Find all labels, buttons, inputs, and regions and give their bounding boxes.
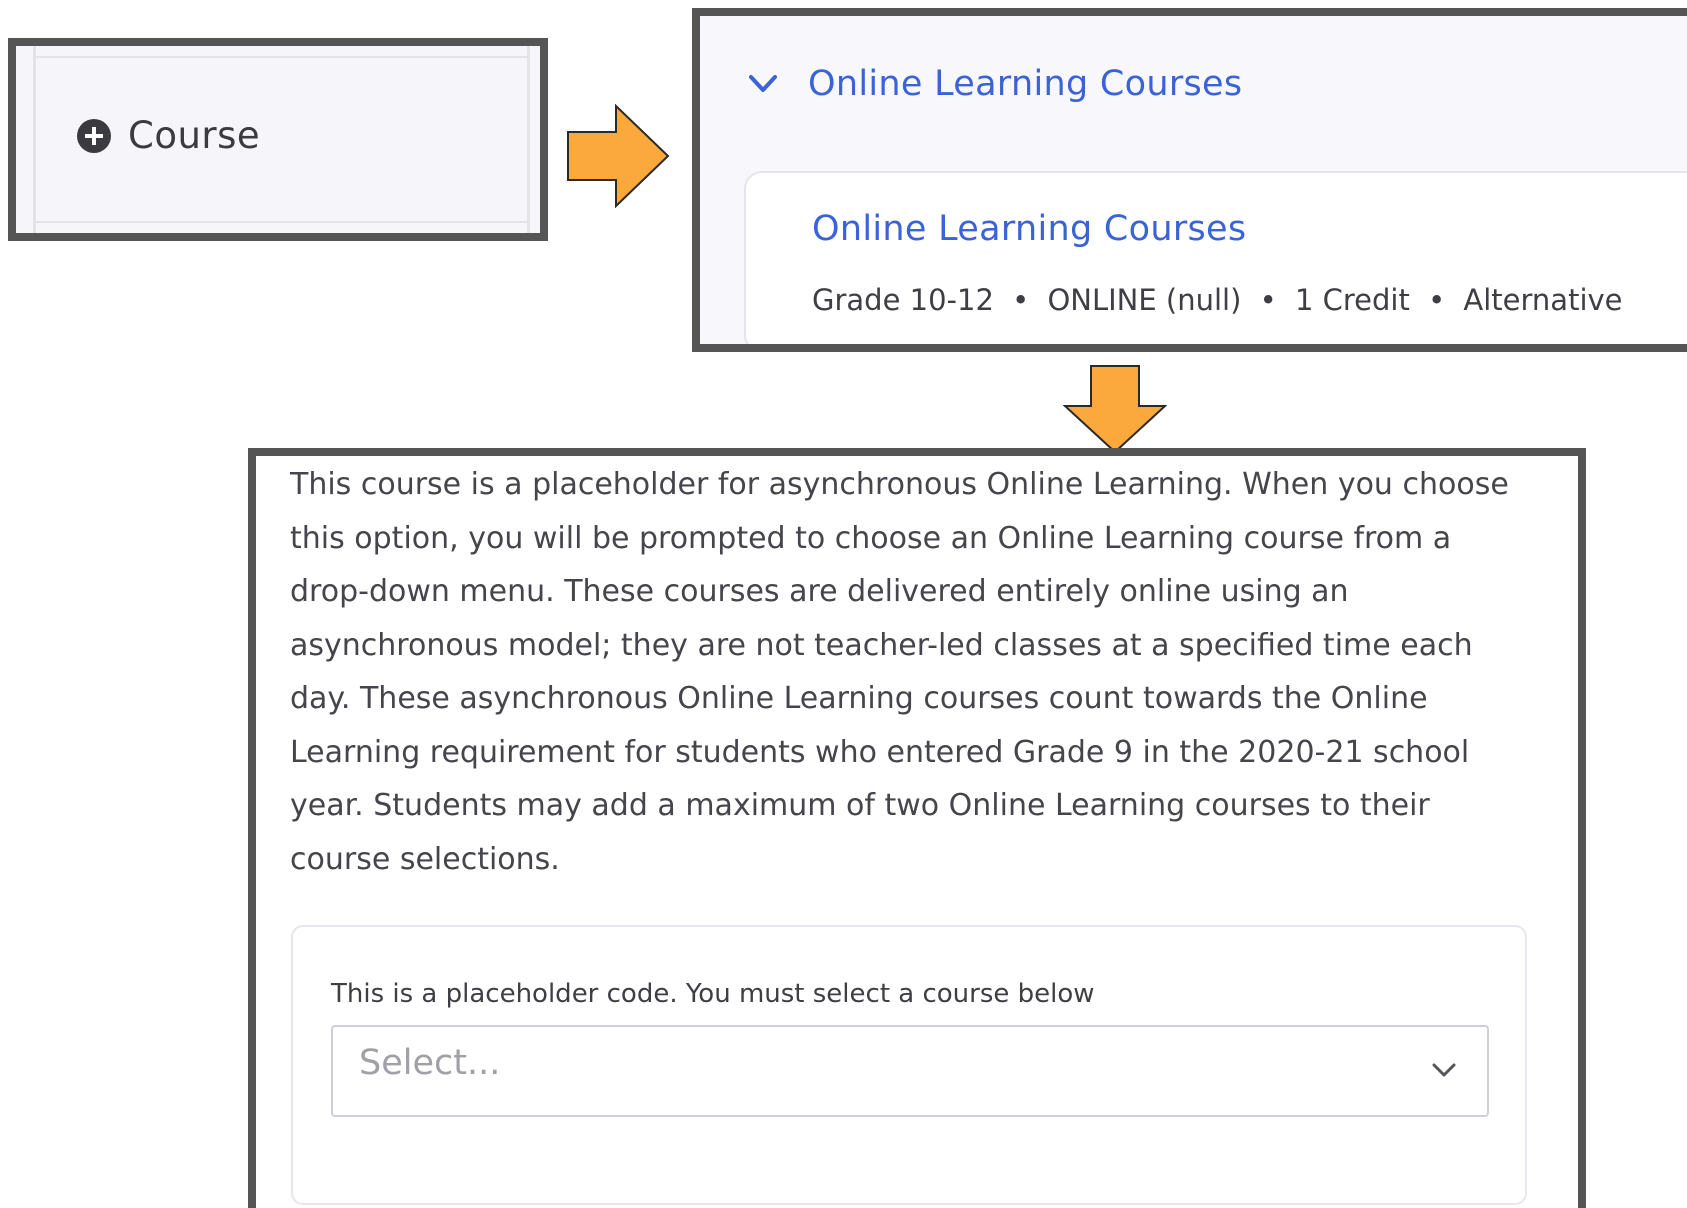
select-label: This is a placeholder code. You must sel… [331, 979, 1095, 1009]
meta-separator: • [1428, 283, 1446, 317]
course-credit: 1 Credit [1294, 283, 1410, 317]
online-learning-accordion: Online Learning Courses Online Learning … [692, 8, 1687, 352]
meta-separator: • [1259, 283, 1277, 317]
course-select-card: This is a placeholder code. You must sel… [291, 925, 1527, 1205]
plus-circle-icon [76, 118, 112, 154]
course-meta: Grade 10-12 • ONLINE (null) • 1 Credit •… [812, 283, 1623, 317]
course-detail-panel: This course is a placeholder for asynchr… [248, 448, 1586, 1208]
chevron-down-icon [748, 73, 778, 95]
chevron-down-icon [1431, 1061, 1457, 1079]
add-course-panel: Course [8, 38, 548, 241]
panel-divider [36, 56, 530, 58]
panel-divider [36, 221, 530, 223]
arrow-down-icon [1063, 365, 1167, 454]
panel-divider [33, 46, 36, 233]
course-title: Online Learning Courses [812, 209, 1247, 249]
add-course-button[interactable]: Course [76, 114, 260, 157]
course-format: ONLINE (null) [1047, 283, 1242, 317]
course-card[interactable]: Online Learning Courses Grade 10-12 • ON… [744, 171, 1687, 344]
panel-divider [527, 46, 530, 233]
accordion-title: Online Learning Courses [808, 64, 1243, 104]
arrow-right-icon [567, 104, 670, 208]
meta-separator: • [1012, 283, 1030, 317]
course-type: Alternative [1463, 283, 1623, 317]
course-description: This course is a placeholder for asynchr… [290, 467, 1509, 877]
accordion-header[interactable]: Online Learning Courses [748, 64, 1242, 104]
course-grade: Grade 10-12 [812, 283, 994, 317]
select-placeholder: Select... [359, 1043, 501, 1083]
course-select-dropdown[interactable]: Select... [331, 1025, 1489, 1117]
add-course-label: Course [128, 114, 261, 157]
